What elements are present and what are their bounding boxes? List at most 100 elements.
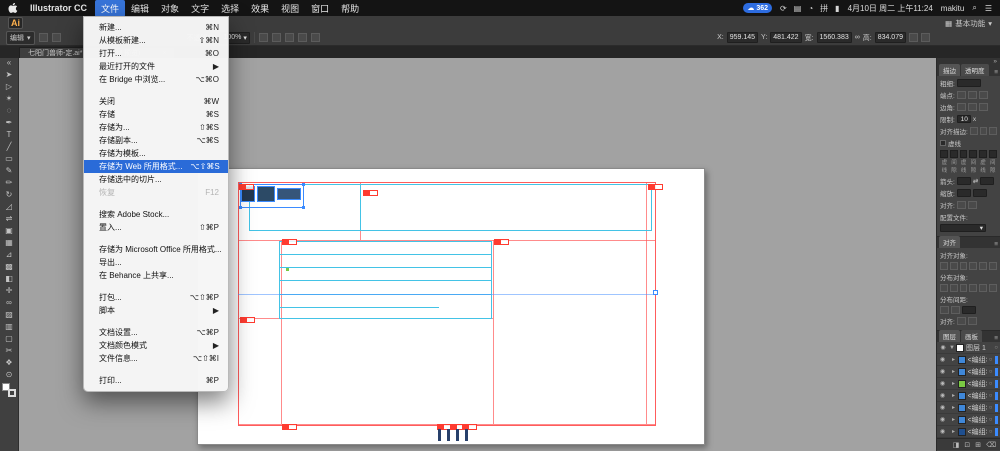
distribute-bottom-button[interactable] [960, 284, 968, 292]
visibility-eye-icon[interactable]: ◉ [939, 344, 947, 351]
menu-bar-item[interactable]: 效果 [245, 0, 275, 17]
magic-wand-tool[interactable]: ✶ [1, 92, 18, 104]
distribute-left-button[interactable] [969, 284, 977, 292]
file-menu-item[interactable]: 存储为 Web 所用格式... ⌥⇧⌘S [84, 160, 228, 173]
file-menu-item[interactable]: 新建... ⌘N [84, 21, 228, 34]
align-bottom-button[interactable] [989, 262, 997, 270]
file-menu-item[interactable]: 在 Bridge 中浏览... ⌥⌘O [84, 73, 228, 86]
visibility-eye-icon[interactable]: ◉ [939, 416, 946, 423]
direct-selection-tool[interactable]: ▷ [1, 80, 18, 92]
stroke-weight-field[interactable] [957, 79, 981, 87]
align-stroke-outside-button[interactable] [989, 127, 997, 135]
distribute-right-button[interactable] [989, 284, 997, 292]
link-width-height-icon[interactable]: ∞ [855, 34, 860, 41]
file-menu-item[interactable]: 存储为 Microsoft Office 所用格式... [84, 243, 228, 256]
distribute-top-button[interactable] [940, 284, 948, 292]
gap-field[interactable] [950, 150, 958, 158]
hand-tool[interactable]: ❖ [1, 356, 18, 368]
perspective-grid-tool[interactable]: ⊿ [1, 248, 18, 260]
arrow-align-end-button[interactable] [968, 201, 977, 209]
artboard-tool[interactable]: ▢ [1, 332, 18, 344]
slice-marker[interactable] [240, 317, 255, 323]
style-icon[interactable] [259, 33, 268, 42]
slice-marker[interactable] [239, 184, 254, 190]
transform-icon[interactable] [909, 33, 918, 42]
horizontal-spacing-button[interactable] [951, 306, 960, 314]
input-method-badge[interactable]: 拼 [820, 3, 828, 14]
arrow-align-tip-button[interactable] [957, 201, 966, 209]
tab-transparency[interactable]: 透明度 [961, 64, 989, 76]
gap-field[interactable] [989, 150, 997, 158]
apple-logo[interactable] [8, 3, 18, 14]
selection-handle[interactable] [653, 290, 658, 295]
visibility-eye-icon[interactable]: ◉ [939, 356, 946, 363]
arrowhead-start-field[interactable] [957, 177, 971, 185]
clock-icon[interactable]: ◔ [808, 4, 813, 13]
blend-tool[interactable]: ∞ [1, 296, 18, 308]
panel-menu-icon[interactable]: ≡ [994, 241, 998, 248]
dashed-line-checkbox[interactable] [940, 140, 946, 146]
rotate-tool[interactable]: ↻ [1, 188, 18, 200]
dash-field[interactable] [979, 150, 987, 158]
creative-cloud-badge[interactable]: ☁362 [743, 3, 772, 13]
menu-bar-item[interactable]: 文字 [185, 0, 215, 17]
layer-row[interactable]: ◉ ▸ <编组> ○ [937, 390, 1000, 402]
stroke-swatch-icon[interactable] [52, 33, 61, 42]
visibility-eye-icon[interactable]: ◉ [939, 368, 946, 375]
file-menu-item[interactable]: 存储为... ⇧⌘S [84, 121, 228, 134]
slice-marker[interactable] [494, 239, 509, 245]
anchor-point[interactable] [302, 206, 305, 209]
panel-menu-icon[interactable]: ≡ [994, 335, 998, 342]
collapse-panels-icon[interactable]: » [993, 58, 997, 65]
miter-limit-field[interactable]: 10 [957, 115, 971, 123]
pen-tool[interactable]: ✒ [1, 116, 18, 128]
illustrator-app-icon[interactable]: Ai [8, 17, 23, 29]
layer-row[interactable]: ◉ ▼ 图层 1 ○ [937, 342, 1000, 354]
selection-type-dropdown[interactable]: 编辑 ▾ [6, 31, 35, 45]
align-center-v-button[interactable] [979, 262, 987, 270]
width-profile-field[interactable]: ▾ [940, 224, 986, 232]
file-menu-item[interactable]: 在 Behance 上共享... [84, 269, 228, 282]
expand-chevron-icon[interactable]: ▸ [952, 368, 956, 375]
line-segment-tool[interactable]: ╱ [1, 140, 18, 152]
menu-bar-item[interactable]: 窗口 [305, 0, 335, 17]
file-menu-item[interactable]: 最近打开的文件 ▶ [84, 60, 228, 73]
file-menu-item[interactable]: 存储选中的切片... [84, 173, 228, 186]
expand-chevron-icon[interactable]: ▼ [949, 345, 954, 351]
stroke-color-swatch[interactable] [8, 389, 16, 397]
file-menu-item[interactable]: 打包... ⌥⇧⌘P [84, 291, 228, 304]
y-field[interactable]: 481.422 [770, 32, 801, 43]
align-center-icon[interactable] [298, 33, 307, 42]
align-stroke-center-button[interactable] [970, 127, 978, 135]
visibility-eye-icon[interactable]: ◉ [939, 428, 946, 435]
battery-icon[interactable]: ▮ [835, 4, 839, 13]
slice-marker[interactable] [282, 424, 297, 430]
expand-chevron-icon[interactable]: ▸ [952, 416, 956, 423]
menu-bar-item[interactable]: 选择 [215, 0, 245, 17]
width-field[interactable]: 1560.383 [817, 32, 852, 43]
align-left-button[interactable] [940, 262, 948, 270]
width-tool[interactable]: ⇌ [1, 212, 18, 224]
menu-bar-user[interactable]: makitu [941, 4, 965, 13]
file-menu-item[interactable]: 搜索 Adobe Stock... [84, 208, 228, 221]
dash-field[interactable] [960, 150, 968, 158]
file-menu-item[interactable]: 文档颜色模式 ▶ [84, 339, 228, 352]
align-stroke-inside-button[interactable] [980, 127, 988, 135]
notification-center-icon[interactable]: ☰ [985, 4, 992, 13]
align-right-icon[interactable] [311, 33, 320, 42]
mesh-tool[interactable]: ▩ [1, 260, 18, 272]
layer-row[interactable]: ◉ ▸ <编组> ○ [937, 378, 1000, 390]
menu-bar-item[interactable]: 帮助 [335, 0, 365, 17]
sync-icon[interactable]: ⟳ [780, 4, 787, 13]
file-menu-item[interactable]: 恢复 F12 [84, 186, 228, 199]
gap-field[interactable] [969, 150, 977, 158]
new-sublayer-icon[interactable]: ⊡ [964, 441, 970, 449]
visibility-eye-icon[interactable]: ◉ [939, 404, 946, 411]
bevel-join-button[interactable] [979, 103, 988, 111]
arrow-scale-end-field[interactable] [973, 189, 987, 197]
file-menu-item[interactable]: 打印... ⌘P [84, 374, 228, 387]
slice-marker[interactable] [363, 190, 378, 196]
file-menu-item[interactable]: 打开... ⌘O [84, 47, 228, 60]
file-menu-item[interactable]: 文档设置... ⌥⌘P [84, 326, 228, 339]
layer-row[interactable]: ◉ ▸ <编组> ○ [937, 414, 1000, 426]
